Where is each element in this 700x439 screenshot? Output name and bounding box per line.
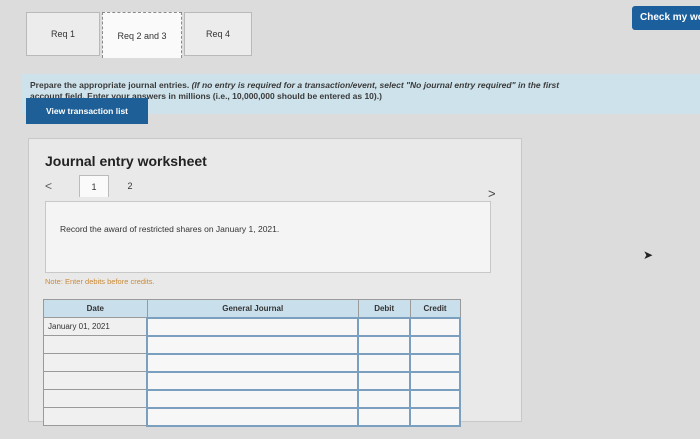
journal-table: Date General Journal Debit Credit Januar… — [43, 299, 461, 427]
debits-note: Note: Enter debits before credits. — [45, 277, 155, 286]
worksheet-page-2[interactable]: 2 — [115, 175, 145, 197]
credit-input[interactable] — [409, 370, 461, 391]
tab-req-4[interactable]: Req 4 — [184, 12, 252, 56]
column-header-debit: Debit — [357, 299, 411, 318]
debit-input[interactable] — [357, 352, 412, 373]
date-cell — [43, 371, 148, 390]
column-header-general-journal: General Journal — [146, 299, 359, 318]
record-description-box: Record the award of restricted shares on… — [45, 201, 491, 273]
table-row — [43, 388, 461, 409]
record-description: Record the award of restricted shares on… — [60, 224, 280, 234]
check-my-work-button[interactable]: Check my wor — [632, 6, 700, 30]
chevron-right-icon[interactable]: > — [488, 186, 496, 201]
worksheet-title: Journal entry worksheet — [45, 153, 207, 169]
chevron-left-icon[interactable]: < — [45, 179, 52, 193]
table-row — [43, 406, 461, 427]
tab-req-2-and-3[interactable]: Req 2 and 3 — [102, 12, 182, 58]
credit-input[interactable] — [409, 388, 461, 409]
credit-input[interactable] — [409, 406, 461, 427]
instructions-italic: (If no entry is required for a transacti… — [191, 80, 560, 90]
table-row: January 01, 2021 — [43, 316, 461, 337]
account-input[interactable] — [146, 388, 360, 409]
account-input[interactable] — [146, 370, 360, 391]
debit-input[interactable] — [357, 406, 412, 427]
date-cell — [43, 389, 148, 408]
table-row — [43, 370, 461, 391]
instructions-bold: Prepare the appropriate journal entries. — [30, 80, 190, 90]
column-header-date: Date — [43, 299, 148, 318]
date-cell — [43, 335, 148, 354]
credit-input[interactable] — [409, 316, 461, 337]
debit-input[interactable] — [357, 388, 412, 409]
credit-input[interactable] — [409, 352, 461, 373]
view-transaction-list-button[interactable]: View transaction list — [26, 98, 148, 124]
mouse-cursor-icon: ➤ — [643, 248, 654, 262]
column-header-credit: Credit — [409, 299, 461, 318]
date-cell — [43, 407, 148, 426]
credit-input[interactable] — [409, 334, 461, 355]
table-row — [43, 352, 461, 373]
date-cell: January 01, 2021 — [43, 317, 148, 336]
debit-input[interactable] — [357, 316, 412, 337]
worksheet-page-1[interactable]: 1 — [79, 175, 109, 197]
account-input[interactable] — [146, 334, 360, 355]
table-row — [43, 334, 461, 355]
account-input[interactable] — [146, 352, 360, 373]
journal-entry-worksheet: Journal entry worksheet < 1 2 Record the… — [28, 138, 522, 427]
debit-input[interactable] — [357, 370, 412, 391]
tab-req-1[interactable]: Req 1 — [26, 12, 100, 56]
debit-input[interactable] — [357, 334, 412, 355]
date-cell — [43, 353, 148, 372]
account-input[interactable] — [146, 316, 360, 337]
account-input[interactable] — [146, 406, 360, 427]
